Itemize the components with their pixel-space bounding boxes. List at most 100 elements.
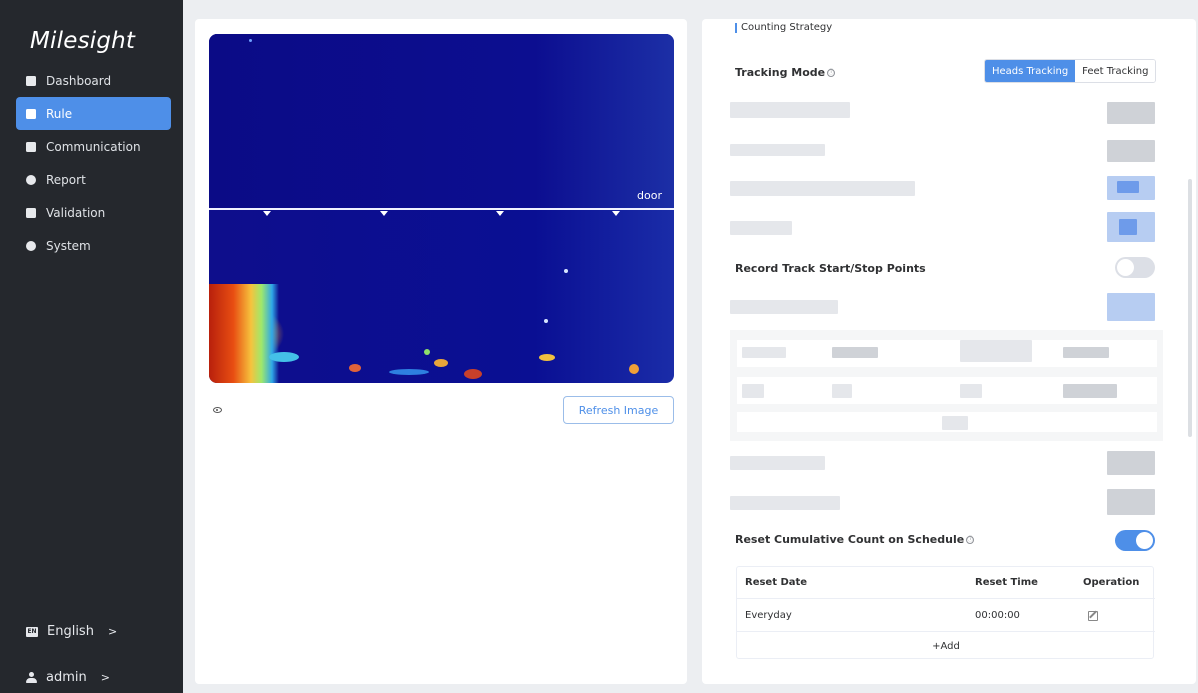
chevron-right-icon: > xyxy=(100,671,110,684)
app-root: Milesight Dashboard Rule Communication R… xyxy=(0,0,1198,693)
blurred-row-control xyxy=(1107,451,1155,475)
sidebar: Milesight Dashboard Rule Communication R… xyxy=(0,0,183,693)
blurred-cell xyxy=(832,347,878,358)
sidebar-nav: Dashboard Rule Communication Report Vali… xyxy=(16,64,171,262)
table-header: Reset Date Reset Time Operation xyxy=(737,567,1155,599)
sidebar-item-rule[interactable]: Rule xyxy=(16,97,171,130)
heatmap-speck xyxy=(434,359,448,367)
heatmap-upper-region xyxy=(209,34,674,208)
blurred-row-label xyxy=(730,456,825,470)
blurred-cell xyxy=(960,384,982,398)
record-track-label: Record Track Start/Stop Points xyxy=(735,262,926,275)
reset-schedule-text: Reset Cumulative Count on Schedule xyxy=(735,533,965,546)
heatmap-speck xyxy=(539,354,555,361)
heatmap-speck xyxy=(464,369,482,379)
system-icon xyxy=(26,240,36,251)
sidebar-item-report[interactable]: Report xyxy=(16,163,171,196)
blurred-row-label xyxy=(730,300,838,314)
blurred-row-label xyxy=(730,181,915,196)
blurred-row-control xyxy=(1107,102,1155,124)
report-icon xyxy=(26,174,36,185)
blurred-cell xyxy=(1063,384,1117,398)
sidebar-item-validation[interactable]: Validation xyxy=(16,196,171,229)
toggle-knob xyxy=(1117,259,1134,276)
table-row: Everyday 00:00:00 xyxy=(737,600,1155,632)
sidebar-item-dashboard[interactable]: Dashboard xyxy=(16,64,171,97)
column-header-operation: Operation xyxy=(1083,577,1140,588)
toggle-knob xyxy=(1136,532,1153,549)
blurred-row-control-highlight xyxy=(1119,219,1137,235)
heatmap-image: door xyxy=(209,34,674,383)
direction-arrow-icon xyxy=(612,211,620,216)
info-icon[interactable]: ⓘ xyxy=(966,535,975,544)
sidebar-item-label: Rule xyxy=(46,106,73,121)
language-selector[interactable]: EN English > xyxy=(26,624,117,639)
blurred-cell xyxy=(832,384,852,398)
language-icon: EN xyxy=(26,626,38,637)
heatmap-speck xyxy=(349,364,361,372)
direction-arrow-icon xyxy=(380,211,388,216)
blurred-row-control-highlight xyxy=(1117,181,1139,193)
sidebar-item-system[interactable]: System xyxy=(16,229,171,262)
blurred-row-label xyxy=(730,144,825,156)
sidebar-item-label: Dashboard xyxy=(46,73,112,88)
rule-icon xyxy=(26,108,36,119)
blurred-table xyxy=(730,330,1163,441)
blurred-row-control xyxy=(1107,489,1155,515)
blurred-row-label xyxy=(730,221,792,235)
reset-schedule-table: Reset Date Reset Time Operation Everyday… xyxy=(736,566,1155,659)
feet-tracking-option[interactable]: Feet Tracking xyxy=(1075,60,1156,82)
direction-arrow-icon xyxy=(496,211,504,216)
user-menu[interactable]: admin > xyxy=(26,670,110,685)
blurred-row-control xyxy=(1107,140,1155,162)
reset-schedule-label: Reset Cumulative Count on Schedule ⓘ xyxy=(735,533,975,546)
blurred-cell xyxy=(942,416,968,430)
scrollbar[interactable] xyxy=(1188,179,1192,437)
heatmap-speck xyxy=(249,39,252,42)
door-label: door xyxy=(637,189,662,202)
tracking-mode-text: Tracking Mode xyxy=(735,66,826,79)
section-title-text: Counting Strategy xyxy=(741,22,833,33)
validation-icon xyxy=(26,207,36,218)
reset-schedule-toggle[interactable] xyxy=(1115,530,1155,551)
door-line[interactable] xyxy=(209,208,674,210)
heatmap-speck xyxy=(629,364,639,374)
sidebar-item-label: Report xyxy=(46,172,86,187)
blurred-row-control xyxy=(1107,293,1155,321)
sidebar-item-label: Communication xyxy=(46,139,141,154)
add-schedule-button[interactable]: +Add xyxy=(737,633,1155,659)
sidebar-item-label: Validation xyxy=(46,205,106,220)
record-track-toggle[interactable] xyxy=(1115,257,1155,278)
heatmap-speck xyxy=(269,352,299,362)
user-icon xyxy=(26,672,37,683)
settings-card: Counting Strategy Tracking Mode ⓘ Heads … xyxy=(702,19,1196,684)
blurred-cell xyxy=(742,384,764,398)
heads-tracking-option[interactable]: Heads Tracking xyxy=(985,60,1076,82)
blurred-cell xyxy=(1063,347,1109,358)
reset-time-cell: 00:00:00 xyxy=(975,610,1020,621)
heatmap-hotspot xyxy=(209,284,279,383)
heatmap-speck xyxy=(544,319,548,323)
chevron-right-icon: > xyxy=(107,625,118,638)
heatmap-speck xyxy=(564,269,568,273)
info-icon[interactable]: ⓘ xyxy=(827,68,836,77)
brand-logo: Milesight xyxy=(30,28,136,54)
blurred-cell xyxy=(960,340,1032,362)
user-label: admin xyxy=(46,670,87,685)
refresh-image-button[interactable]: Refresh Image xyxy=(563,396,674,424)
edit-icon[interactable] xyxy=(1088,610,1098,621)
blurred-row-label xyxy=(730,496,840,510)
column-header-reset-time: Reset Time xyxy=(975,577,1038,588)
section-title: Counting Strategy xyxy=(735,22,832,33)
blurred-row-label xyxy=(730,102,850,118)
column-header-reset-date: Reset Date xyxy=(745,577,808,588)
eye-icon[interactable] xyxy=(213,407,222,413)
sidebar-item-communication[interactable]: Communication xyxy=(16,130,171,163)
language-label: English xyxy=(47,624,94,639)
tracking-mode-segmented: Heads Tracking Feet Tracking xyxy=(984,59,1157,83)
communication-icon xyxy=(26,141,36,152)
sidebar-item-label: System xyxy=(46,238,91,253)
direction-arrow-icon xyxy=(263,211,271,216)
heatmap-speck xyxy=(424,349,430,355)
preview-card: door Refresh Image xyxy=(195,19,687,684)
